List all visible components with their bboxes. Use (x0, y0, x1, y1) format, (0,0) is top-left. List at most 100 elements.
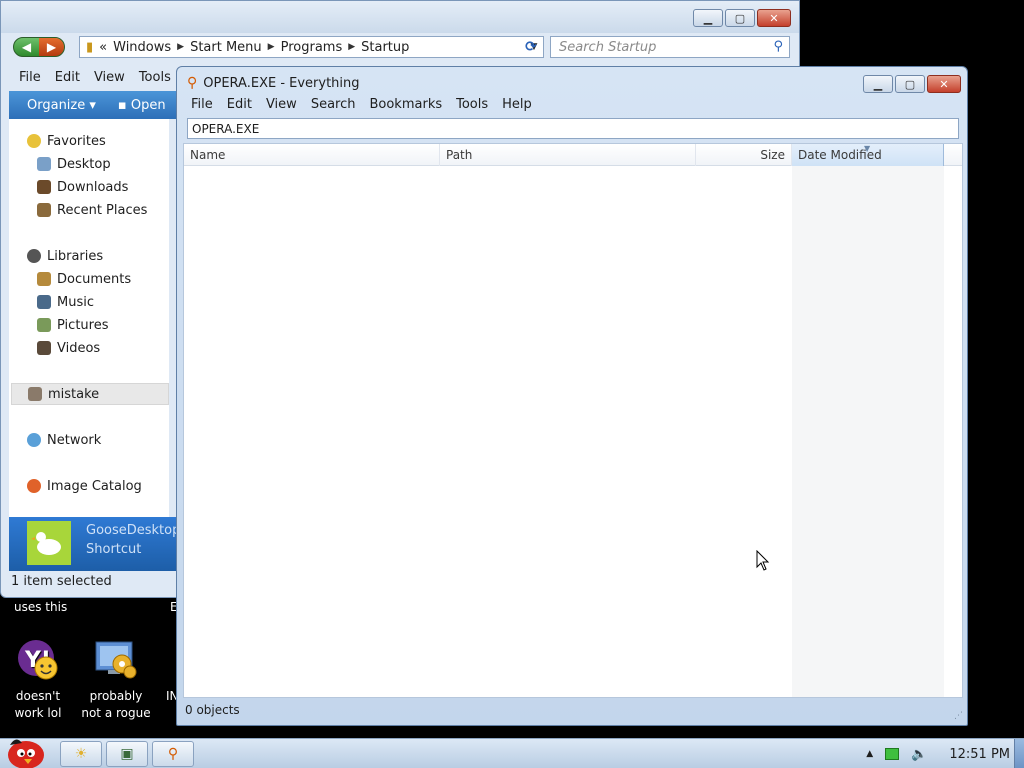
everything-search-input[interactable]: OPERA.EXE (187, 118, 959, 139)
show-desktop-button[interactable] (1014, 739, 1024, 768)
nav-label: Recent Places (57, 202, 148, 218)
close-icon: ✕ (769, 11, 779, 25)
pictures-icon (37, 318, 51, 332)
nav-label: Libraries (47, 248, 104, 264)
taskbar-app-button[interactable]: ▣ (106, 741, 148, 767)
maximize-button[interactable]: ▢ (895, 75, 925, 93)
date-column-shade (792, 166, 944, 697)
desktop-icon-rogue[interactable]: probably not a rogue (78, 636, 154, 722)
maximize-button[interactable]: ▢ (725, 9, 755, 27)
minimize-icon: ▁ (873, 77, 883, 91)
nav-music[interactable]: Music (37, 291, 195, 313)
nav-label: Videos (57, 340, 101, 356)
explorer-caption-buttons: ▁ ▢ ✕ (693, 9, 791, 27)
desktop-icon-label: probably not a rogue (81, 689, 151, 720)
nav-label: Pictures (57, 317, 109, 333)
explorer-nav-row: ◀ ▶ ▮ « Windows ▶ Start Menu ▶ Programs … (1, 33, 799, 61)
videos-icon (37, 341, 51, 355)
maximize-icon: ▢ (904, 77, 916, 91)
nav-label: Desktop (57, 156, 111, 172)
breadcrumb-startup[interactable]: Startup (361, 40, 409, 55)
minimize-button[interactable]: ▁ (693, 9, 723, 27)
nav-desktop[interactable]: Desktop (37, 153, 195, 175)
nav-pictures[interactable]: Pictures (37, 314, 195, 336)
everything-titlebar[interactable]: ⚲ OPERA.EXE - Everything (187, 75, 360, 91)
breadcrumb-separator-icon[interactable]: ▶ (177, 42, 184, 52)
magnifier-icon: ⚲ (167, 746, 179, 762)
breadcrumb-overflow[interactable]: « (99, 40, 107, 55)
column-size[interactable]: Size (696, 144, 792, 166)
resize-grip-icon[interactable]: ⋰ (954, 711, 963, 721)
taskbar-everything-button[interactable]: ⚲ (152, 741, 194, 767)
search-icon[interactable]: ⚲ (773, 39, 783, 54)
column-name[interactable]: Name (184, 144, 440, 166)
menu-help[interactable]: Help (502, 97, 532, 115)
everything-window[interactable]: ⚲ OPERA.EXE - Everything ▁ ▢ ✕ File Edit… (176, 66, 968, 726)
close-button[interactable]: ✕ (757, 9, 791, 27)
taskbar: ☀ ▣ ⚲ ▲ 🔈 12:51 PM (0, 738, 1024, 768)
app-icon: ▣ (120, 746, 134, 762)
nav-label: Documents (57, 271, 132, 287)
nav-recent-places[interactable]: Recent Places (37, 199, 195, 221)
breadcrumb-separator-icon[interactable]: ▶ (348, 42, 355, 52)
organize-button[interactable]: Organize ▾ (27, 98, 96, 113)
mouse-cursor-icon (756, 549, 770, 575)
back-arrow-icon[interactable]: ◀ (14, 38, 39, 56)
forward-arrow-icon[interactable]: ▶ (39, 38, 64, 56)
nav-downloads[interactable]: Downloads (37, 176, 195, 198)
menu-bookmarks[interactable]: Bookmarks (369, 97, 442, 115)
nav-image-catalog[interactable]: Image Catalog (27, 475, 185, 497)
goose-icon (27, 521, 71, 565)
nav-network[interactable]: Network (27, 429, 185, 451)
desktop-icon-yahoo[interactable]: Y! doesn't work lol (0, 636, 76, 722)
open-button[interactable]: ▪ Open (118, 98, 166, 113)
nav-label: Favorites (47, 133, 106, 149)
desktop-icon (37, 157, 51, 171)
close-button[interactable]: ✕ (927, 75, 961, 93)
menu-view[interactable]: View (266, 97, 297, 115)
refresh-icon[interactable]: ⟳ (520, 37, 542, 57)
menu-edit[interactable]: Edit (55, 70, 80, 85)
maximize-icon: ▢ (734, 11, 746, 25)
menu-file[interactable]: File (191, 97, 213, 115)
yahoo-messenger-icon: Y! (14, 636, 62, 684)
breadcrumb-start-menu[interactable]: Start Menu (190, 40, 262, 55)
menu-tools[interactable]: Tools (456, 97, 488, 115)
volume-icon[interactable]: 🔈 (911, 747, 927, 762)
minimize-button[interactable]: ▁ (863, 75, 893, 93)
menu-tools[interactable]: Tools (139, 70, 171, 85)
nav-libraries[interactable]: Libraries (27, 245, 185, 267)
clock[interactable]: 12:51 PM (949, 747, 1010, 762)
start-button[interactable] (2, 733, 48, 768)
nav-label: Network (47, 432, 102, 448)
menu-view[interactable]: View (94, 70, 125, 85)
menu-edit[interactable]: Edit (227, 97, 252, 115)
nav-favorites[interactable]: Favorites (27, 130, 185, 152)
network-status-icon[interactable] (885, 748, 900, 760)
nav-homegroup-user[interactable]: mistake (11, 383, 169, 405)
navigation-pane: Favorites Desktop Downloads Recent Place… (9, 119, 169, 517)
nav-documents[interactable]: Documents (37, 268, 195, 290)
breadcrumb-programs[interactable]: Programs (281, 40, 343, 55)
sort-arrow-icon: ▼ (864, 144, 871, 153)
breadcrumb-separator-icon[interactable]: ▶ (268, 42, 275, 52)
network-icon (27, 433, 41, 447)
taskbar-explorer-button[interactable]: ☀ (60, 741, 102, 767)
tray-expand-icon[interactable]: ▲ (866, 749, 873, 759)
folder-icon: ▮ (86, 39, 94, 55)
explorer-search-input[interactable]: Search Startup ⚲ (550, 36, 790, 58)
documents-icon (37, 272, 51, 286)
menu-file[interactable]: File (19, 70, 41, 85)
results-list[interactable]: Name Path Size Date Modified ▼ (183, 143, 963, 698)
address-bar[interactable]: ▮ « Windows ▶ Start Menu ▶ Programs ▶ St… (79, 36, 544, 58)
music-icon (37, 295, 51, 309)
menu-search[interactable]: Search (311, 97, 356, 115)
everything-menubar: File Edit View Search Bookmarks Tools He… (185, 97, 532, 115)
back-forward-buttons[interactable]: ◀ ▶ (13, 37, 65, 57)
magnifier-icon: ⚲ (187, 75, 198, 91)
nav-videos[interactable]: Videos (37, 337, 195, 359)
breadcrumb-windows[interactable]: Windows (113, 40, 171, 55)
explorer-menubar: File Edit View Tools (9, 65, 171, 89)
column-path[interactable]: Path (440, 144, 696, 166)
explorer-titlebar[interactable] (1, 1, 799, 33)
